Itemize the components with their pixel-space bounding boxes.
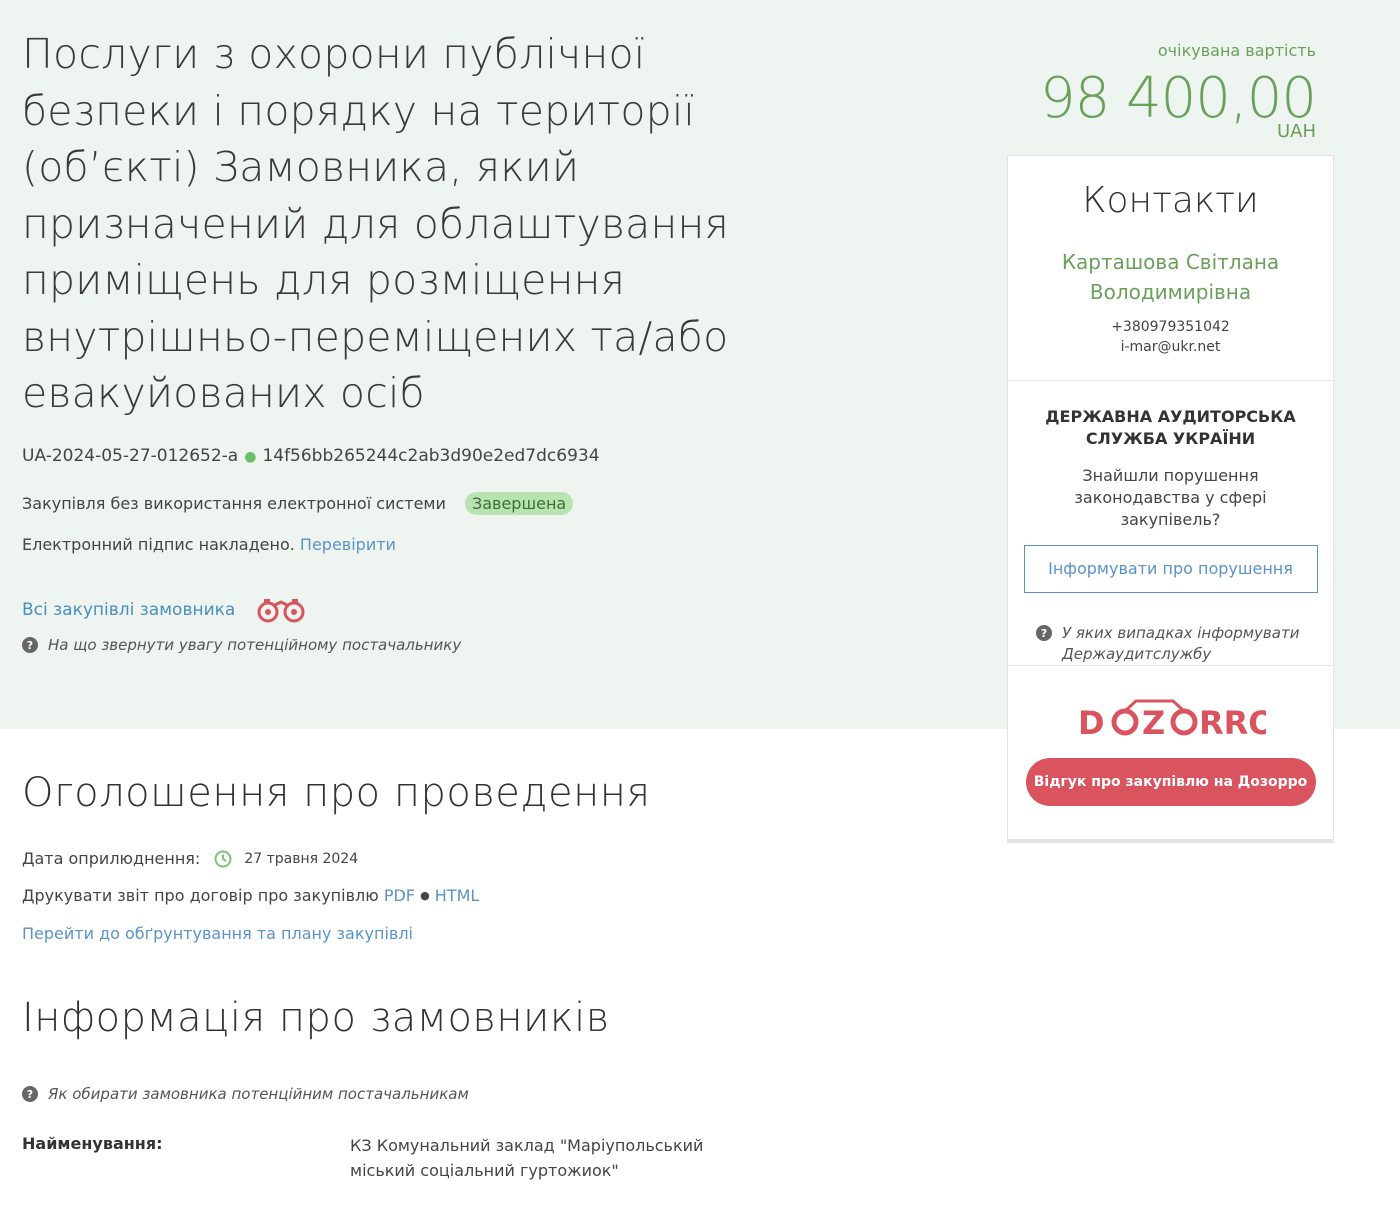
procurement-type-row: Закупівля без використання електронної с… — [22, 492, 574, 515]
contact-name: Карташова Світлана Володимирівна — [1061, 250, 1280, 304]
attention-hint-row[interactable]: ? На що звернути увагу потенційному пост… — [22, 636, 461, 654]
svg-text:D: D — [1078, 704, 1105, 742]
tender-identifier: UA-2024-05-27-012652-a ● 14f56bb265244c2ab… — [22, 446, 600, 466]
audit-service-panel: ДЕРЖАВНА АУДИТОРСЬКА СЛУЖБА УКРАЇНИ Знай… — [1008, 381, 1333, 666]
dozorro-logo: D Z RRO — [1008, 694, 1333, 742]
published-date: 27 травня 2024 — [244, 850, 359, 867]
dozorro-logo-image: D Z RRO — [1078, 699, 1266, 742]
question-icon: ? — [22, 637, 38, 653]
contacts-title: Контакти — [1082, 180, 1259, 221]
question-icon: ? — [1036, 625, 1052, 641]
print-label: Друкувати звіт про договір про закупівлю — [22, 886, 379, 905]
print-report-row: Друкувати звіт про договір про закупівлю… — [22, 886, 479, 905]
signature-row: Електронний підпис накладено. Перевірити — [22, 535, 396, 554]
tender-hash: 14f56bb265244c2ab3d90e2ed7dc6934 — [262, 446, 600, 466]
customer-name-value: КЗ Комунальний заклад "Маріупольський мі… — [350, 1136, 704, 1180]
verify-signature-link[interactable]: Перевірити — [300, 535, 396, 554]
plan-link[interactable]: Перейти до обґрунтування та плану закупі… — [22, 924, 413, 943]
tender-id: UA-2024-05-27-012652-a — [22, 446, 239, 466]
all-purchases-link[interactable]: Всі закупівлі замовника — [22, 600, 235, 620]
binoculars-icon[interactable] — [255, 596, 307, 624]
dozorro-feedback-button[interactable]: Відгук про закупівлю на Дозорро — [1025, 758, 1316, 806]
price-currency: UAH — [1276, 121, 1316, 142]
customer-hint-row[interactable]: ? Як обирати замовника потенційним поста… — [22, 1085, 469, 1103]
sidebar: Контакти Карташова Світлана Володимирівн… — [1007, 155, 1334, 843]
separator-dot: ● — [244, 449, 257, 465]
separator-dot: ● — [420, 889, 430, 902]
audit-title: ДЕРЖАВНА АУДИТОРСЬКА СЛУЖБА УКРАЇНИ — [1045, 407, 1296, 448]
customer-hint-text: Як обирати замовника потенційним постача… — [48, 1085, 469, 1103]
procurement-type: Закупівля без використання електронної с… — [22, 494, 446, 513]
svg-text:Z: Z — [1142, 704, 1165, 742]
dozorro-panel: D Z RRO Відгук про закупівлю на Дозорро — [1008, 694, 1333, 806]
print-pdf-link[interactable]: PDF — [384, 886, 415, 905]
print-html-link[interactable]: HTML — [435, 886, 480, 905]
expected-price-label: очікувана вартість — [1157, 41, 1316, 60]
all-purchases-row: Всі закупівлі замовника — [22, 596, 307, 624]
plan-link-row: Перейти до обґрунтування та плану закупі… — [22, 924, 413, 943]
svg-text:RRO: RRO — [1199, 704, 1266, 742]
contact-email[interactable]: i-mar@ukr.net — [1008, 337, 1333, 357]
question-icon: ? — [22, 1086, 38, 1102]
signature-text: Електронний підпис накладено. — [22, 535, 295, 554]
announcement-heading: Оголошення про проведення — [22, 770, 651, 816]
audit-help-text: У яких випадках інформувати Держаудитслу… — [1062, 624, 1300, 663]
report-violation-button[interactable]: Інформувати про порушення — [1023, 545, 1318, 593]
attention-hint-text: На що звернути увагу потенційному постач… — [48, 636, 462, 654]
published-date-row: Дата оприлюднення: 27 травня 2024 — [22, 849, 358, 868]
clock-icon — [214, 850, 232, 867]
audit-help-row[interactable]: ? У яких випадках інформувати Держаудитс… — [1036, 623, 1333, 665]
audit-question: Знайшли порушення законодавства у сфері … — [1074, 466, 1267, 529]
contacts-panel: Контакти Карташова Світлана Володимирівн… — [1008, 156, 1333, 381]
expected-price-value: 98 400,00 — [1039, 66, 1317, 131]
contact-phone: +380979351042 — [1111, 319, 1230, 335]
status-badge: Завершена — [464, 492, 574, 515]
customers-heading: Інформація про замовників — [22, 995, 610, 1041]
published-label: Дата оприлюднення: — [22, 849, 201, 868]
tender-title: Послуги з охорони публічної безпеки і по… — [22, 30, 729, 417]
customer-name-label: Найменування: — [22, 1134, 163, 1153]
